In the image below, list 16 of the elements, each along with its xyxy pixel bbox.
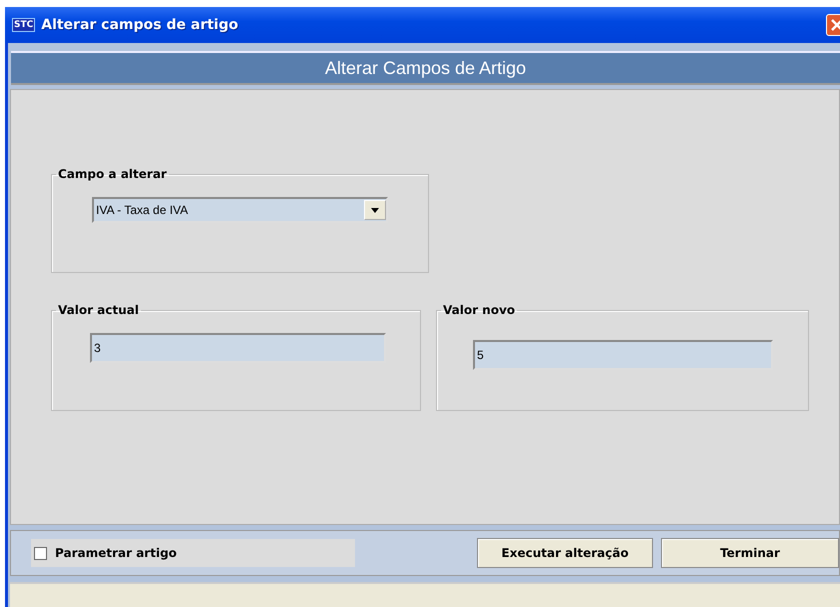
group-legend: Valor novo	[441, 303, 518, 317]
dropdown-button[interactable]	[364, 200, 386, 220]
window-title: Alterar campos de artigo	[41, 17, 240, 33]
caret-icon	[371, 208, 379, 212]
checkbox[interactable]	[34, 546, 47, 560]
execute-button[interactable]: Executar alteração	[477, 538, 653, 568]
dropdown-value: IVA - Taxa de IVA	[95, 203, 190, 217]
checkbox-label: Parametrar artigo	[55, 546, 177, 560]
finish-button[interactable]: Terminar	[661, 538, 839, 568]
header-bar: Alterar Campos de Artigo	[11, 51, 840, 85]
group-legend: Campo a alterar	[56, 167, 169, 181]
app-badge: STC	[12, 18, 36, 32]
group-legend: Valor actual	[56, 303, 141, 317]
field-dropdown[interactable]: IVA - Taxa de IVA	[92, 197, 388, 223]
current-value-field[interactable]: 3	[90, 333, 386, 363]
new-value-field[interactable]: 5	[473, 340, 773, 370]
